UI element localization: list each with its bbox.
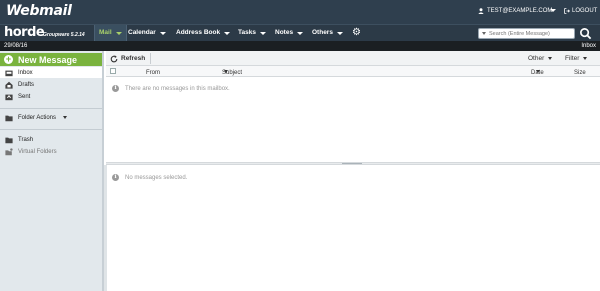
empty-mailbox-text: There are no messages in this mailbox. [125, 85, 230, 92]
select-all-checkbox[interactable] [110, 68, 116, 74]
menu-others[interactable]: Others [312, 25, 343, 41]
chevron-down-icon [224, 31, 231, 35]
preview-pane-border [104, 165, 107, 291]
current-folder-label: Inbox [581, 43, 596, 49]
splitter-grip[interactable] [342, 163, 362, 164]
user-menu-caret[interactable] [548, 8, 556, 14]
folder-icon [5, 115, 13, 121]
sent-icon [5, 94, 13, 100]
virtual-folders-icon [5, 147, 13, 155]
menu-calendar[interactable]: Calendar [128, 25, 166, 41]
gear-icon[interactable]: ⚙ [352, 27, 361, 39]
chevron-down-icon [583, 57, 588, 60]
chevron-down-icon [297, 31, 304, 35]
user-icon [478, 8, 484, 14]
logout-label: LOGOUT [572, 8, 598, 14]
menu-address-book-label: Address Book [176, 29, 221, 36]
new-message-label: New Message [18, 54, 78, 65]
no-selection-text: No messages selected. [125, 174, 188, 181]
menu-mail-label: Mail [99, 29, 112, 36]
pane-splitter[interactable] [106, 162, 600, 165]
other-menu-button[interactable]: Other [528, 55, 553, 62]
horde-menubar: horde Groupware 5.2.14 Mail Calendar Add… [0, 24, 600, 41]
sidebar-item-label: Sent [18, 93, 31, 100]
search-input[interactable] [489, 30, 569, 37]
sidebar-item-label: Virtual Folders [18, 148, 57, 155]
menu-tasks-label: Tasks [238, 29, 256, 36]
sidebar-item-label: Drafts [18, 81, 35, 88]
folder-actions-menu[interactable]: Folder Actions [0, 112, 102, 123]
menu-calendar-label: Calendar [128, 29, 156, 36]
menu-notes-label: Notes [275, 29, 294, 36]
menu-others-label: Others [312, 29, 333, 36]
menu-notes[interactable]: Notes [275, 25, 304, 41]
other-label: Other [528, 55, 545, 62]
sidebar-item-virtual-folders[interactable]: Virtual Folders [0, 146, 102, 157]
folder-actions-label: Folder Actions [18, 114, 57, 121]
drafts-icon [5, 81, 13, 89]
sort-descending-icon [536, 70, 540, 73]
search-options-caret[interactable] [482, 32, 486, 35]
sidebar-item-label: Trash [18, 136, 34, 143]
new-message-button[interactable]: + New Message [0, 53, 102, 66]
horde-version: Groupware 5.2.14 [43, 32, 85, 38]
chevron-down-icon [63, 116, 68, 119]
logout-icon [564, 8, 570, 14]
webmail-topbar: Webmail TEST@EXAMPLE.COM LOGOUT [0, 0, 600, 24]
sidebar-item-inbox[interactable]: Inbox [0, 67, 102, 78]
message-toolbar: Refresh Other Filter [106, 51, 600, 66]
current-date: 29/08/16 [4, 43, 28, 49]
refresh-label: Refresh [121, 55, 146, 62]
trash-icon [5, 137, 13, 143]
plus-icon: + [4, 54, 13, 64]
no-selection-notice: i No messages selected. [112, 174, 187, 181]
user-email: TEST@EXAMPLE.COM [487, 8, 553, 14]
date-bar: 29/08/16 Inbox [0, 41, 600, 51]
sidebar-item-drafts[interactable]: Drafts [0, 79, 102, 90]
refresh-icon [110, 54, 118, 62]
chevron-down-icon [548, 57, 553, 60]
sidebar-divider [0, 129, 102, 130]
column-size-label: Size [574, 70, 586, 76]
menu-mail[interactable]: Mail [94, 25, 127, 41]
info-icon: i [112, 174, 119, 181]
filter-label: Filter [565, 55, 580, 62]
sidebar-divider [0, 108, 102, 109]
menu-address-book[interactable]: Address Book [176, 25, 231, 41]
info-icon: i [112, 85, 119, 92]
chevron-down-icon [224, 70, 228, 73]
empty-mailbox-notice: i There are no messages in this mailbox. [112, 85, 230, 92]
chevron-down-icon [115, 31, 122, 35]
refresh-button[interactable]: Refresh [110, 53, 152, 64]
user-menu[interactable]: TEST@EXAMPLE.COM [478, 8, 552, 14]
menu-tasks[interactable]: Tasks [238, 25, 266, 41]
chevron-down-icon [336, 31, 343, 35]
search-field[interactable] [478, 28, 575, 39]
column-from-label: From [146, 70, 160, 76]
message-list-header: From Subject Date Size [106, 66, 600, 77]
sidebar-item-sent[interactable]: Sent [0, 91, 102, 102]
horde-logo: horde [4, 25, 45, 40]
sidebar-item-label: Inbox [18, 69, 33, 76]
search-icon[interactable] [579, 27, 592, 40]
chevron-down-icon [259, 31, 266, 35]
sidebar-item-trash[interactable]: Trash [0, 134, 102, 145]
webmail-logo: Webmail [6, 3, 72, 19]
filter-menu-button[interactable]: Filter [565, 55, 588, 62]
inbox-icon [5, 70, 13, 76]
sidebar: + New Message Inbox Drafts Sent Folder A… [0, 51, 104, 291]
logout-link[interactable]: LOGOUT [564, 8, 597, 14]
chevron-down-icon [159, 31, 166, 35]
